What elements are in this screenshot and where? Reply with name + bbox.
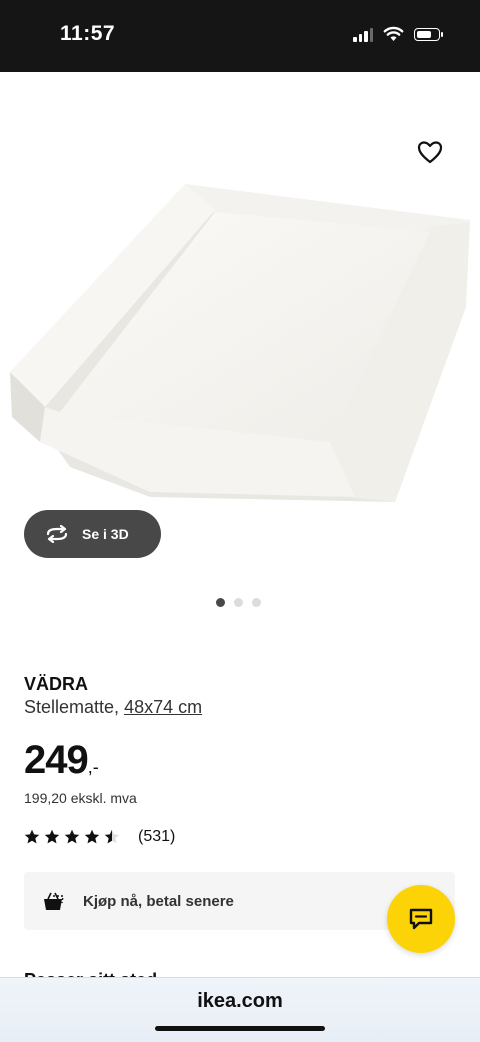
cellular-signal-icon <box>353 26 373 42</box>
wifi-icon <box>383 26 404 41</box>
star-full-icon <box>64 829 80 844</box>
status-time: 11:57 <box>60 22 116 45</box>
price-value: 249 <box>24 738 89 782</box>
product-type: Stellematte, <box>24 697 120 717</box>
carousel-dot[interactable] <box>234 598 243 607</box>
price-excl-vat: 199,20 ekskl. mva <box>24 790 137 806</box>
home-indicator[interactable] <box>155 1026 325 1031</box>
view-3d-button[interactable]: Se i 3D <box>24 510 161 558</box>
changing-mat-image <box>10 184 470 502</box>
product-image[interactable] <box>0 72 480 512</box>
chat-icon <box>409 908 433 930</box>
battery-fill <box>417 30 431 38</box>
price-suffix: ,- <box>87 757 99 777</box>
star-half-icon <box>104 829 120 844</box>
rotate-3d-icon <box>46 525 68 543</box>
product-price: 249,- <box>24 738 99 783</box>
product-description: Stellematte, 48x74 cm <box>24 697 202 718</box>
browser-address-bar[interactable]: ikea.com <box>0 977 480 1042</box>
view-3d-label: Se i 3D <box>82 526 129 542</box>
product-size-link[interactable]: 48x74 cm <box>124 697 202 717</box>
review-count: (531) <box>138 828 176 845</box>
basket-icon <box>44 892 64 910</box>
bnpl-label: Kjøp nå, betal senere <box>83 892 234 910</box>
carousel-dot[interactable] <box>216 598 225 607</box>
url-text[interactable]: ikea.com <box>0 990 480 1013</box>
status-icons <box>353 26 443 42</box>
product-name: VÄDRA <box>24 674 89 694</box>
chat-button[interactable] <box>387 885 455 953</box>
star-full-icon <box>84 829 100 844</box>
status-bar: 11:57 <box>0 0 480 72</box>
heart-icon[interactable] <box>416 138 444 166</box>
rating-stars <box>24 829 120 845</box>
star-full-icon <box>24 829 40 844</box>
battery-icon <box>414 27 443 41</box>
carousel-pagination[interactable] <box>216 598 261 607</box>
product-rating[interactable]: (531) <box>24 828 175 846</box>
carousel-dot[interactable] <box>252 598 261 607</box>
star-full-icon <box>44 829 60 844</box>
